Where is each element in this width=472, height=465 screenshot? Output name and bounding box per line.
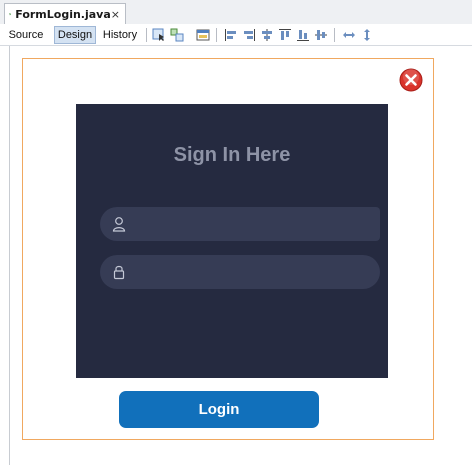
sign-in-title: Sign In Here <box>173 144 291 166</box>
password-field[interactable] <box>100 255 380 291</box>
file-tab[interactable]: FormLogin.java × <box>4 3 126 24</box>
editor-tab-strip: FormLogin.java × <box>0 0 472 25</box>
java-form-icon <box>9 13 12 16</box>
preview-design-icon[interactable] <box>196 28 210 42</box>
center-vertical-icon[interactable] <box>314 28 328 42</box>
resize-horizontal-icon[interactable] <box>342 28 356 42</box>
toolbar-separator <box>216 28 217 42</box>
align-top-icon[interactable] <box>278 28 292 42</box>
center-horizontal-icon[interactable] <box>260 28 274 42</box>
align-left-icon[interactable] <box>224 28 238 42</box>
toolbar-separator <box>146 28 147 42</box>
close-circle-icon[interactable] <box>399 68 423 92</box>
align-right-icon[interactable] <box>242 28 256 42</box>
toolbar-separator <box>334 28 335 42</box>
canvas-guide-line <box>9 46 10 465</box>
username-input[interactable] <box>136 207 370 243</box>
align-bottom-icon[interactable] <box>296 28 310 42</box>
resize-vertical-icon[interactable] <box>360 28 374 42</box>
tab-close-icon[interactable]: × <box>111 8 120 21</box>
history-view-button[interactable]: History <box>100 26 140 44</box>
password-input[interactable] <box>136 255 370 291</box>
username-field[interactable] <box>100 207 380 243</box>
lock-icon <box>113 265 125 280</box>
design-toolbar: Source Design History <box>0 24 472 46</box>
selection-mode-icon[interactable] <box>152 28 166 42</box>
user-icon <box>112 217 126 232</box>
login-button[interactable]: Login <box>119 391 319 428</box>
source-view-button[interactable]: Source <box>4 26 48 44</box>
connection-mode-icon[interactable] <box>170 28 184 42</box>
design-view-button[interactable]: Design <box>54 26 96 44</box>
file-tab-label: FormLogin.java <box>15 7 111 21</box>
login-panel: Sign In Here <box>76 104 388 378</box>
